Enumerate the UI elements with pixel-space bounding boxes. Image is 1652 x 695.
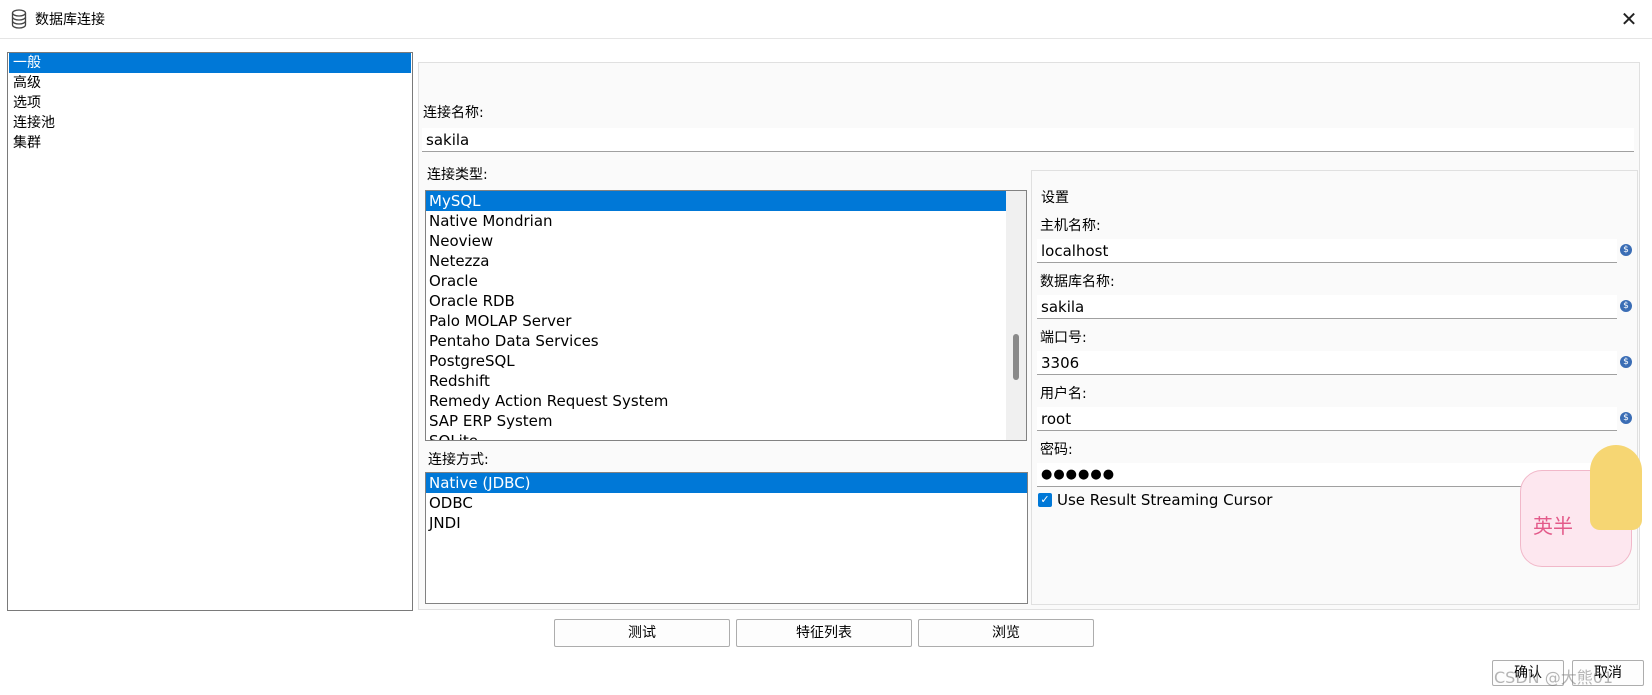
- variable-icon[interactable]: $: [1620, 356, 1632, 368]
- connection-type-item[interactable]: PostgreSQL: [426, 351, 1026, 371]
- connection-type-list[interactable]: MySQL Native Mondrian Neoview Netezza Oracle…: [425, 190, 1027, 441]
- sidebar-item-1[interactable]: 高级: [9, 73, 411, 93]
- connection-type-label: 连接类型:: [427, 167, 488, 183]
- connection-name-label: 连接名称:: [423, 105, 484, 121]
- scroll-thumb[interactable]: [1013, 334, 1019, 380]
- sticker-character: [1590, 445, 1642, 530]
- variable-icon[interactable]: $: [1620, 300, 1632, 312]
- host-label: 主机名称:: [1040, 218, 1101, 234]
- port-input[interactable]: 3306: [1037, 351, 1617, 375]
- access-method-list[interactable]: Native (JDBC) ODBC JNDI: [425, 472, 1028, 604]
- close-button[interactable]: ✕: [1606, 0, 1652, 38]
- connection-name-input[interactable]: sakila: [422, 128, 1634, 152]
- variable-icon[interactable]: $: [1620, 412, 1632, 424]
- category-list: 一般 高级 选项 连接池 集群: [7, 52, 413, 611]
- connection-type-item[interactable]: Oracle: [426, 271, 1026, 291]
- access-label: 连接方式:: [428, 452, 489, 468]
- connection-type-item[interactable]: SAP ERP System: [426, 411, 1026, 431]
- streaming-checkbox[interactable]: ✓: [1038, 493, 1052, 507]
- window-title: 数据库连接: [35, 12, 105, 28]
- sticker-text: 英半: [1533, 514, 1573, 538]
- connection-type-item[interactable]: Redshift: [426, 371, 1026, 391]
- close-icon: ✕: [1620, 7, 1638, 31]
- connection-type-item[interactable]: Remedy Action Request System: [426, 391, 1026, 411]
- connection-type-item[interactable]: Neoview: [426, 231, 1026, 251]
- connection-type-item[interactable]: Palo MOLAP Server: [426, 311, 1026, 331]
- sidebar-item-4[interactable]: 集群: [9, 133, 411, 153]
- access-method-item[interactable]: ODBC: [426, 493, 1027, 513]
- feature-list-button[interactable]: 特征列表: [736, 619, 912, 647]
- username-label: 用户名:: [1040, 386, 1087, 402]
- connection-type-item[interactable]: SQLite: [426, 431, 1026, 440]
- sidebar-item-3[interactable]: 连接池: [9, 113, 411, 133]
- connection-type-item[interactable]: Native Mondrian: [426, 211, 1026, 231]
- connection-type-item[interactable]: Oracle RDB: [426, 291, 1026, 311]
- sidebar-item-2[interactable]: 选项: [9, 93, 411, 113]
- sidebar-item-0[interactable]: 一般: [9, 53, 411, 73]
- access-method-item[interactable]: Native (JDBC): [426, 473, 1027, 493]
- database-name-label: 数据库名称:: [1040, 274, 1115, 290]
- title-bar: 数据库连接 ✕: [0, 0, 1652, 39]
- username-input[interactable]: root: [1037, 407, 1617, 431]
- password-label: 密码:: [1040, 442, 1073, 458]
- variable-icon[interactable]: $: [1620, 244, 1632, 256]
- access-method-item[interactable]: JNDI: [426, 513, 1027, 533]
- database-name-input[interactable]: sakila: [1037, 295, 1617, 319]
- connection-type-item[interactable]: Netezza: [426, 251, 1026, 271]
- database-icon: [11, 9, 27, 29]
- explore-button[interactable]: 浏览: [918, 619, 1094, 647]
- streaming-label: Use Result Streaming Cursor: [1057, 491, 1273, 509]
- settings-title: 设置: [1041, 190, 1069, 206]
- connection-type-scrollbar[interactable]: [1006, 191, 1026, 440]
- host-input[interactable]: localhost: [1037, 239, 1617, 263]
- test-button[interactable]: 测试: [554, 619, 730, 647]
- watermark: CSDN @大熊01: [1494, 668, 1614, 687]
- port-label: 端口号:: [1040, 330, 1087, 346]
- connection-type-item[interactable]: Pentaho Data Services: [426, 331, 1026, 351]
- connection-type-item[interactable]: MySQL: [426, 191, 1026, 211]
